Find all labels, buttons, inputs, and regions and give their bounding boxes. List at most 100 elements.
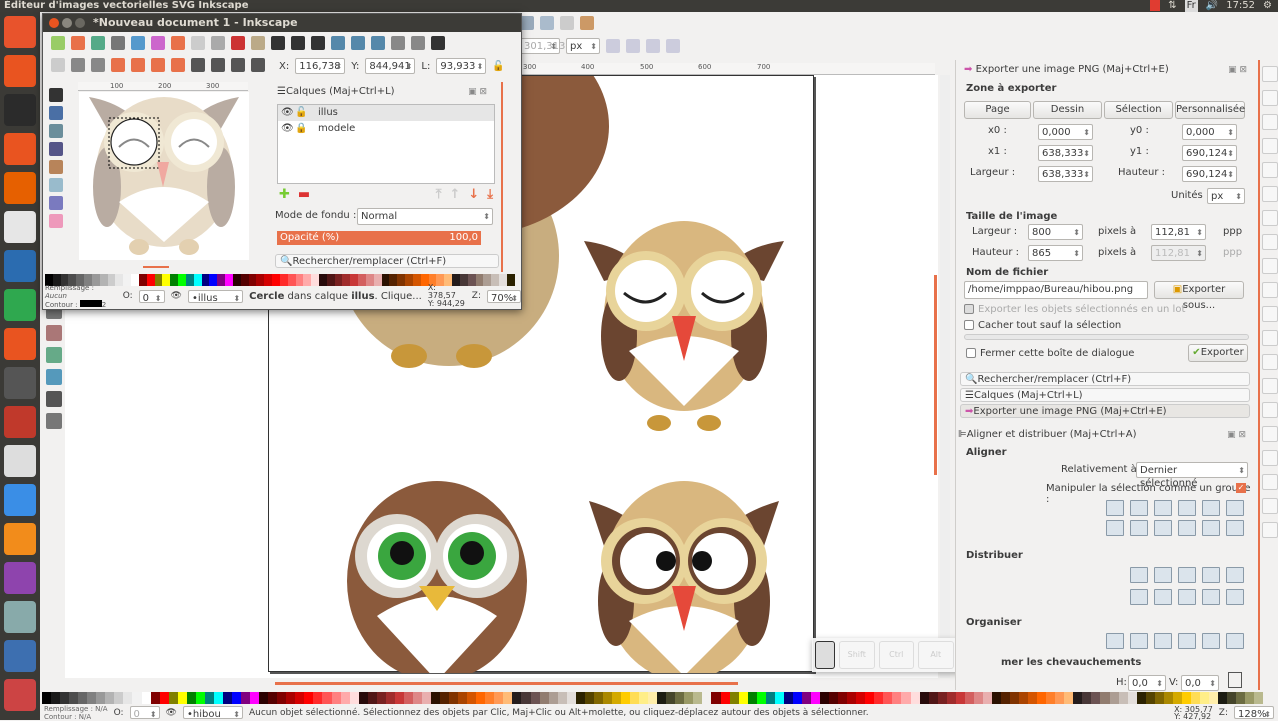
snap-toggle-icon[interactable]	[1262, 402, 1278, 418]
filename-input[interactable]: /home/imppao/Bureau/hibou.png	[964, 281, 1148, 299]
align-action-icon[interactable]	[1154, 520, 1172, 536]
launcher-app-icon[interactable]	[4, 601, 36, 633]
transform-icon[interactable]	[151, 58, 165, 72]
palette-swatch[interactable]	[684, 692, 694, 704]
palette-swatch[interactable]	[1100, 692, 1110, 704]
volume-icon[interactable]: 🔊	[1206, 0, 1218, 12]
raise-to-top-icon[interactable]: ⤒	[436, 187, 442, 202]
close-window-icon[interactable]	[49, 18, 59, 28]
palette-swatch[interactable]	[154, 274, 163, 286]
palette-swatch[interactable]	[892, 692, 902, 704]
window-titlebar[interactable]: *Nouveau document 1 - Inkscape	[43, 14, 521, 32]
palette-swatch[interactable]	[146, 274, 155, 286]
palette-swatch[interactable]	[901, 692, 911, 704]
launcher-app-icon[interactable]	[4, 640, 36, 672]
layer-row-illus[interactable]: 👁 🔓 illus	[278, 105, 494, 121]
align-action-icon[interactable]	[1154, 567, 1172, 583]
launcher-app-icon[interactable]	[4, 367, 36, 399]
palette-swatch[interactable]	[318, 274, 327, 286]
layer-select[interactable]: •illus	[187, 289, 244, 305]
align-action-icon[interactable]	[1202, 520, 1220, 536]
palette-swatch[interactable]	[132, 692, 142, 704]
snap-toggle-icon[interactable]	[1262, 426, 1278, 442]
align-action-icon[interactable]	[1178, 500, 1196, 516]
panel-close-icon[interactable]: ▣ ⊠	[1227, 425, 1246, 445]
palette-swatch[interactable]	[340, 692, 350, 704]
keyboard-layout[interactable]: Fr	[1184, 0, 1198, 12]
snap-toggle-icon[interactable]	[1262, 306, 1278, 322]
palette-swatch[interactable]	[1091, 692, 1101, 704]
export-as-button[interactable]: ▣Exporter sous...	[1154, 281, 1244, 311]
align-action-icon[interactable]	[1154, 633, 1172, 649]
snap-toggle-icon[interactable]	[1262, 354, 1278, 370]
palette-swatch[interactable]	[856, 692, 866, 704]
palette-swatch[interactable]	[240, 274, 249, 286]
launcher-app-icon[interactable]	[4, 289, 36, 321]
palette-swatch[interactable]	[1145, 692, 1155, 704]
launcher-app-icon[interactable]	[4, 484, 36, 516]
raise-layer-icon[interactable]: ↑	[449, 187, 460, 202]
palette-swatch[interactable]	[467, 692, 477, 704]
palette-swatch[interactable]	[431, 692, 441, 704]
palette-swatch[interactable]	[389, 274, 398, 286]
palette-swatch[interactable]	[720, 692, 730, 704]
palette-swatch[interactable]	[928, 692, 938, 704]
palette-swatch[interactable]	[747, 692, 757, 704]
snap-toggle-icon[interactable]	[1262, 186, 1278, 202]
palette-swatch[interactable]	[201, 274, 210, 286]
transform-icon[interactable]	[171, 58, 185, 72]
palette-swatch[interactable]	[557, 692, 567, 704]
align-action-icon[interactable]	[1202, 567, 1220, 583]
palette-swatch[interactable]	[1028, 692, 1038, 704]
palette-swatch[interactable]	[412, 274, 421, 286]
transform-gradients-icon[interactable]	[646, 39, 660, 53]
palette-swatch[interactable]	[421, 692, 432, 704]
tool-icon[interactable]	[46, 325, 62, 341]
palette-swatch[interactable]	[350, 274, 359, 286]
palette-swatch[interactable]	[593, 692, 603, 704]
small-hscrollbar[interactable]	[143, 266, 169, 268]
palette-swatch[interactable]	[648, 692, 658, 704]
palette-swatch[interactable]	[530, 692, 540, 704]
palette-swatch[interactable]	[964, 692, 974, 704]
command-icon[interactable]	[211, 36, 225, 50]
palette-swatch[interactable]	[42, 692, 52, 704]
palette-swatch[interactable]	[838, 692, 848, 704]
align-action-icon[interactable]	[1226, 589, 1244, 605]
palette-swatch[interactable]	[829, 692, 839, 704]
command-icon[interactable]	[171, 36, 185, 50]
palette-swatch[interactable]	[738, 692, 748, 704]
relative-select[interactable]: Dernier sélectionné	[1136, 462, 1248, 489]
palette-swatch[interactable]	[621, 692, 631, 704]
palette-swatch[interactable]	[521, 692, 531, 704]
transform-icon[interactable]	[111, 58, 125, 72]
palette-swatch[interactable]	[259, 692, 269, 704]
palette-swatch[interactable]	[162, 274, 171, 286]
zoom-input[interactable]: 70%	[487, 289, 521, 305]
palette-swatch[interactable]	[277, 692, 287, 704]
command-icon[interactable]	[231, 36, 245, 50]
palette-swatch[interactable]	[946, 692, 956, 704]
command-icon[interactable]	[51, 36, 65, 50]
palette-swatch[interactable]	[1109, 692, 1119, 704]
align-action-icon[interactable]	[1178, 567, 1196, 583]
unlock-icon[interactable]: 🔓	[295, 105, 307, 121]
launcher-app-icon[interactable]	[4, 211, 36, 243]
align-action-icon[interactable]	[1106, 633, 1124, 649]
palette-swatch[interactable]	[51, 692, 61, 704]
close-dialog-checkbox[interactable]: Fermer cette boîte de dialogue	[966, 348, 1134, 359]
palette-swatch[interactable]	[566, 692, 576, 704]
scale-corners-icon[interactable]	[626, 39, 640, 53]
launcher-app-icon[interactable]	[4, 562, 36, 594]
palette-swatch[interactable]	[250, 692, 260, 704]
palette-swatch[interactable]	[1046, 692, 1056, 704]
opacity-input[interactable]: 0	[129, 706, 160, 721]
palette-swatch[interactable]	[365, 274, 374, 286]
snap-toggle-icon[interactable]	[1262, 282, 1278, 298]
img-height-input[interactable]: 865	[1028, 245, 1083, 261]
units-select[interactable]: px	[566, 38, 600, 54]
palette-swatch[interactable]	[611, 692, 621, 704]
palette-swatch[interactable]	[394, 692, 404, 704]
palette-swatch[interactable]	[87, 692, 97, 704]
eye-icon[interactable]: 👁	[281, 105, 294, 121]
